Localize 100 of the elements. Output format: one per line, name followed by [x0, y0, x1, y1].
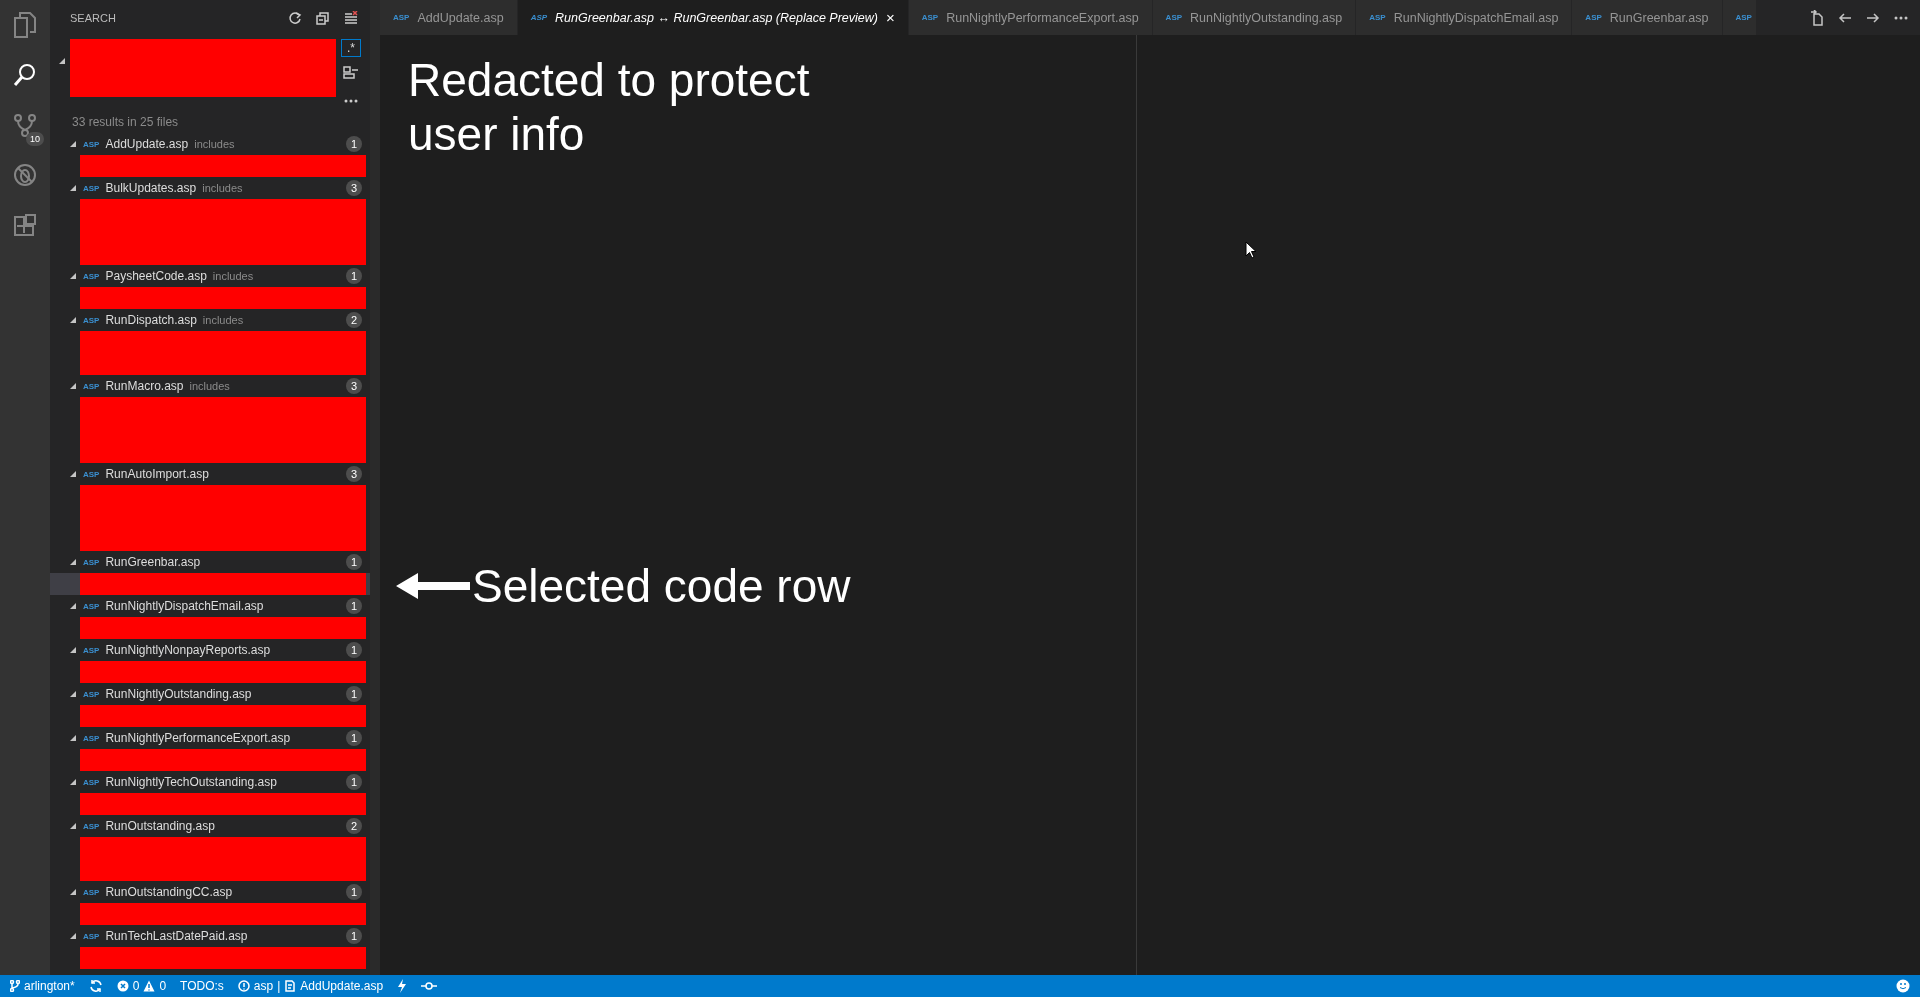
collapse-all-icon [316, 10, 330, 25]
match-count: 3 [346, 466, 362, 482]
search-icon [13, 63, 37, 87]
branch-indicator[interactable]: arlington* [10, 979, 75, 993]
file-name[interactable]: RunDispatch.asp [105, 313, 197, 327]
lightning-icon [397, 979, 408, 993]
match-count: 1 [346, 136, 362, 152]
editor-tab[interactable]: ASP AddUpdate.asp [380, 0, 518, 35]
match-count: 1 [346, 884, 362, 900]
match-count: 1 [346, 774, 362, 790]
expand-triangle-icon[interactable] [70, 316, 77, 324]
replace-all-icon [343, 65, 359, 79]
file-path: includes [202, 182, 244, 194]
file-name[interactable]: AddUpdate.asp [105, 137, 189, 151]
expand-triangle-icon[interactable] [70, 822, 77, 830]
file-type-icon: ASP [83, 689, 100, 699]
sidebar-title: SEARCH [70, 11, 117, 24]
activity-bar-item[interactable]: 10 [0, 106, 50, 144]
expand-triangle-icon[interactable] [70, 734, 77, 742]
file-type-icon: ASP [83, 469, 100, 479]
annotation-text: Redacted to protect user info [408, 53, 811, 161]
no-bug-icon [13, 163, 37, 187]
editor-tab[interactable]: ASP [1722, 0, 1757, 35]
file-name[interactable]: PaysheetCode.asp [105, 269, 207, 283]
open-changes-icon [1810, 9, 1824, 26]
file-name[interactable]: RunNightlyNonpayReports.asp [105, 643, 271, 657]
expand-triangle-icon[interactable] [70, 382, 77, 390]
editor-tab[interactable]: ASP RunNightlyDispatchEmail.asp [1356, 0, 1573, 35]
expand-triangle-icon[interactable] [70, 646, 77, 654]
file-type-icon: ASP [83, 733, 100, 743]
match-count: 2 [346, 818, 362, 834]
file-type-icon: ASP [83, 887, 100, 897]
file-path: includes [194, 138, 236, 150]
file-name[interactable]: RunOutstanding.asp [105, 819, 215, 833]
separator: | [277, 979, 281, 993]
extensions-icon [13, 213, 37, 237]
info-circle-icon [237, 980, 250, 992]
file-type-icon: ASP [83, 139, 100, 149]
file-name[interactable]: RunOutstandingCC.asp [105, 885, 233, 899]
file-type-icon: ASP [83, 931, 100, 941]
regex-toggle[interactable]: .* [341, 39, 361, 57]
file-type-icon: ASP [83, 381, 100, 391]
expand-triangle-icon[interactable] [70, 602, 77, 610]
file-type-icon: ASP [83, 821, 100, 831]
expand-triangle-icon[interactable] [70, 932, 77, 940]
file-type-icon: ASP [83, 645, 100, 655]
expand-triangle-icon[interactable] [70, 140, 77, 148]
editor-tab[interactable]: ASP RunGreenbar.asp ↔ RunGreenbar.asp (Replace Preview) × [517, 0, 909, 35]
match-count: 3 [346, 378, 362, 394]
expand-triangle-icon[interactable] [70, 690, 77, 698]
back-arrow-icon [1838, 11, 1852, 24]
match-count: 1 [346, 554, 362, 570]
edit-file-icon [284, 980, 297, 992]
file-name[interactable]: RunNightlyOutstanding.asp [105, 687, 252, 701]
file-type-icon: ASP [83, 315, 100, 325]
more-icon [1894, 15, 1908, 20]
sync-icon [88, 979, 103, 993]
file-name[interactable]: BulkUpdates.asp [105, 181, 197, 195]
match-count: 1 [346, 268, 362, 284]
expand-triangle-icon[interactable] [70, 184, 77, 192]
file-name[interactable]: RunMacro.asp [105, 379, 184, 393]
file-path: includes [212, 270, 255, 282]
file-type-icon: ASP [83, 557, 100, 567]
file-indicator[interactable]: AddUpdate.asp [300, 979, 384, 993]
branch-icon [13, 113, 37, 137]
expand-triangle-icon[interactable] [70, 778, 77, 786]
todo-indicator[interactable]: TODO:s [180, 979, 224, 993]
problems-indicator[interactable]: 0 0 [116, 979, 167, 993]
editor-tab[interactable]: ASP RunGreenbar.asp [1572, 0, 1723, 35]
file-type-icon: ASP [83, 183, 100, 193]
expand-triangle-icon[interactable] [58, 57, 66, 65]
results-summary: 33 results in 25 files [71, 114, 180, 131]
editor-tab[interactable]: ASP RunNightlyOutstanding.asp [1152, 0, 1357, 35]
clear-results-icon [344, 10, 358, 25]
annotation-text: Selected code row [472, 559, 851, 613]
file-name[interactable]: RunTechLastDatePaid.asp [105, 929, 248, 943]
match-count: 2 [346, 312, 362, 328]
match-count: 1 [346, 730, 362, 746]
file-path: includes [202, 314, 245, 326]
file-name[interactable]: RunAutoImport.asp [105, 467, 209, 481]
file-name[interactable]: RunNightlyPerformanceExport.asp [105, 731, 291, 745]
forward-arrow-icon [1866, 11, 1880, 24]
file-type-icon: ASP [83, 777, 100, 787]
match-count: 1 [346, 928, 362, 944]
expand-triangle-icon[interactable] [70, 888, 77, 896]
file-name[interactable]: RunGreenbar.asp [105, 555, 201, 569]
smiley-icon [1896, 979, 1910, 993]
warning-icon [143, 980, 156, 992]
file-name[interactable]: RunNightlyTechOutstanding.asp [105, 775, 277, 789]
language-indicator[interactable]: asp [253, 979, 274, 993]
expand-triangle-icon[interactable] [70, 558, 77, 566]
expand-triangle-icon[interactable] [70, 272, 77, 280]
match-count: 1 [346, 686, 362, 702]
branch-icon [10, 980, 20, 992]
scrollbar[interactable] [370, 0, 380, 975]
expand-triangle-icon[interactable] [70, 470, 77, 478]
match-count: 1 [346, 642, 362, 658]
file-name[interactable]: RunNightlyDispatchEmail.asp [105, 599, 264, 613]
editor-tab[interactable]: ASP RunNightlyPerformanceExport.asp [908, 0, 1153, 35]
file-type-icon: ASP [83, 271, 100, 281]
